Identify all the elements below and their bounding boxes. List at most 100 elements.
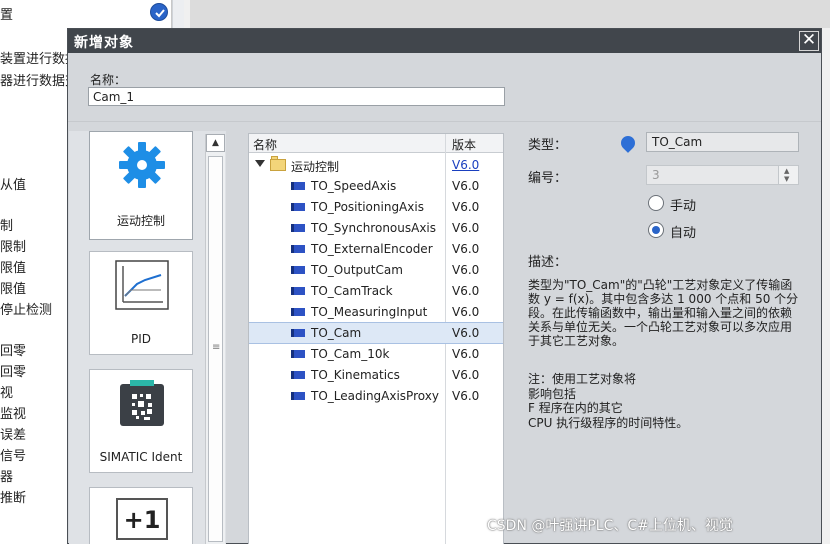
tree-item[interactable]: TO_ExternalEncoder V6.0	[249, 239, 503, 260]
technology-object-icon	[291, 350, 305, 358]
tree-item-name: TO_CamTrack	[311, 284, 393, 298]
dialog-title: 新增对象	[74, 35, 134, 51]
technology-object-icon	[291, 329, 305, 337]
tree-item-name: TO_MeasuringInput	[311, 305, 428, 319]
expand-arrow-icon[interactable]	[255, 160, 265, 167]
category-label: PID	[130, 332, 151, 346]
tree-item[interactable]: TO_CamTrack V6.0	[249, 281, 503, 302]
background-item: 回零	[0, 344, 27, 359]
description-label: 描述：	[528, 255, 568, 270]
category-tile-pid[interactable]: PID	[89, 251, 193, 355]
technology-object-icon	[291, 308, 305, 316]
name-label: 名称：	[90, 73, 127, 87]
tree-item-version: V6.0	[452, 326, 480, 340]
chevron-up-icon[interactable]: ▲	[784, 167, 789, 175]
tree-item[interactable]: TO_LeadingAxisProxy V6.0	[249, 386, 503, 407]
background-item: 停止检测	[0, 303, 53, 318]
divider	[68, 121, 821, 122]
radio-auto-label[interactable]: 自动	[670, 222, 696, 241]
scrollbar-thumb[interactable]: ≡	[208, 156, 223, 542]
type-field: TO_Cam	[646, 132, 799, 152]
column-header-name[interactable]: 名称	[253, 136, 277, 153]
tree-item-name: TO_Cam_10k	[311, 347, 390, 361]
background-item: 视	[0, 386, 14, 401]
number-field[interactable]: 3	[646, 165, 799, 185]
close-button[interactable]: ✕	[799, 31, 819, 51]
background-item: 从值	[0, 178, 27, 193]
name-input[interactable]	[88, 87, 505, 106]
description-text: 类型为"TO_Cam"的"凸轮"工艺对象定义了传输函数 y = f(x)。其中包…	[528, 278, 799, 348]
tree-item-name: TO_SpeedAxis	[311, 179, 397, 193]
column-header-version[interactable]: 版本	[452, 136, 476, 153]
tree-item-name: TO_Kinematics	[311, 368, 400, 382]
tree-item[interactable]: TO_Cam_10k V6.0	[249, 344, 503, 365]
radio-manual[interactable]	[648, 195, 664, 211]
category-tile-motion-control[interactable]: 运动控制	[89, 131, 193, 240]
technology-object-icon	[291, 224, 305, 232]
tree-item-version: V6.0	[452, 389, 480, 403]
background-item: 回零	[0, 365, 27, 380]
technology-object-icon	[291, 392, 305, 400]
tree-item[interactable]: TO_Kinematics V6.0	[249, 365, 503, 386]
tree-item-version: V6.0	[452, 368, 480, 382]
note-text: 注：使用工艺对象将 影响包括 F 程序在内的其它 CPU 执行级程序的时间特性。	[528, 372, 689, 430]
tree-item-version: V6.0	[452, 242, 480, 256]
technology-object-icon	[291, 182, 305, 190]
tree-item[interactable]: TO_MeasuringInput V6.0	[249, 302, 503, 323]
tree-folder-label: 运动控制	[291, 160, 340, 174]
technology-object-icon	[291, 371, 305, 379]
radio-manual-label[interactable]: 手动	[670, 195, 696, 214]
technology-object-icon	[291, 287, 305, 295]
tree-item-name: TO_LeadingAxisProxy	[311, 389, 439, 403]
tree-item-version: V6.0	[452, 284, 480, 298]
tree-item-name: TO_OutputCam	[311, 263, 403, 277]
version-link[interactable]: V6.0	[452, 158, 479, 172]
tree-item[interactable]: TO_SynchronousAxis V6.0	[249, 218, 503, 239]
background-item: 信号	[0, 449, 27, 464]
category-tile-counter[interactable]: +1	[89, 487, 193, 544]
number-stepper[interactable]: ▲ ▼	[778, 166, 798, 184]
dialog-titlebar[interactable]: 新增对象 ✕	[68, 29, 821, 53]
category-label: 运动控制	[116, 214, 165, 228]
gear-icon	[117, 140, 167, 193]
tree-item-name: TO_Cam	[311, 326, 362, 340]
radio-auto[interactable]	[648, 222, 664, 238]
tree-item-version: V6.0	[452, 179, 480, 193]
tree-folder-motion-control[interactable]: 运动控制 V6.0	[249, 155, 503, 176]
background-item: 限值	[0, 282, 27, 297]
tree-header: 名称 版本	[249, 134, 503, 153]
object-tree: 名称 版本 运动控制 V6.0 TO_SpeedAxis V6.0 TO_Pos…	[248, 133, 504, 544]
category-tile-simatic-ident[interactable]: SIMATIC Ident	[89, 369, 193, 473]
cam-type-icon	[618, 133, 638, 153]
tree-item-selected[interactable]: TO_Cam V6.0	[249, 322, 503, 344]
number-label: 编号：	[528, 171, 568, 186]
tree-item-version: V6.0	[452, 221, 480, 235]
tree-item[interactable]: TO_SpeedAxis V6.0	[249, 176, 503, 197]
tree-item[interactable]: TO_PositioningAxis V6.0	[249, 197, 503, 218]
technology-object-icon	[291, 245, 305, 253]
category-label: SIMATIC Ident	[99, 450, 183, 464]
scroll-up-arrow-icon[interactable]: ▲	[206, 134, 225, 152]
pid-chart-icon	[115, 260, 169, 313]
background-item: 器	[0, 470, 14, 485]
background-item: 制	[0, 219, 14, 234]
background-item: 限制	[0, 240, 27, 255]
tree-item-name: TO_SynchronousAxis	[311, 221, 437, 235]
tree-item-name: TO_PositioningAxis	[311, 200, 424, 214]
grip-icon: ≡	[212, 342, 221, 353]
chevron-down-icon[interactable]: ▼	[784, 175, 789, 183]
counter-icon: +1	[116, 498, 168, 540]
background-item: 推断	[0, 491, 27, 506]
category-scrollbar[interactable]: ▲ ≡	[205, 134, 225, 544]
technology-object-icon	[291, 266, 305, 274]
type-label: 类型：	[528, 138, 568, 153]
ident-reader-icon	[116, 378, 168, 433]
background-item: 监视	[0, 407, 27, 422]
watermark-text: CSDN @叶强讲PLC、C#上位机、视觉	[487, 518, 733, 534]
check-circle-icon	[150, 3, 168, 21]
tree-item-name: TO_ExternalEncoder	[311, 242, 433, 256]
background-toolbar	[190, 0, 830, 28]
add-object-dialog: 新增对象 ✕ 名称： Cam_1 运动控制 PID SIMATIC Ident …	[67, 28, 822, 544]
tree-item[interactable]: TO_OutputCam V6.0	[249, 260, 503, 281]
folder-icon	[270, 156, 286, 171]
